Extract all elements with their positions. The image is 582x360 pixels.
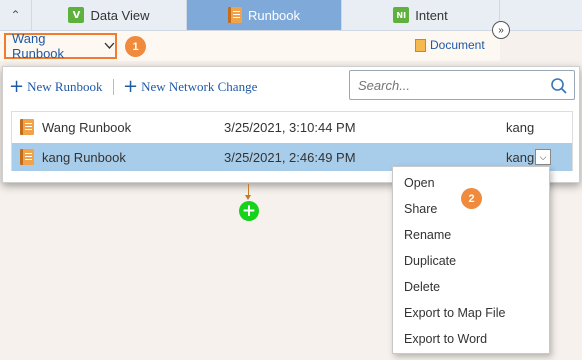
runbook-selector-dropdown[interactable]: Wang Runbook <box>4 31 117 61</box>
runbook-icon <box>227 7 242 23</box>
menu-item-export-word[interactable]: Export to Word <box>404 332 487 346</box>
tab-intent[interactable]: NI Intent <box>342 0 500 30</box>
toolbar-divider <box>113 79 114 95</box>
menu-item-delete[interactable]: Delete <box>404 280 440 294</box>
tab-label: Intent <box>415 7 448 23</box>
runbook-icon <box>20 119 34 135</box>
search-box[interactable] <box>349 70 575 100</box>
search-input[interactable] <box>358 77 538 93</box>
new-network-change-label: New Network Change <box>141 79 258 94</box>
row-menu-dropdown-icon[interactable]: ⌵ <box>535 149 551 165</box>
new-runbook-button[interactable]: + New Runbook <box>9 78 103 96</box>
runbook-selector-label: Wang Runbook <box>12 31 65 61</box>
tab-data-view[interactable]: V Data View <box>32 0 187 30</box>
expand-right-icon[interactable]: » <box>492 21 510 39</box>
new-network-change-button[interactable]: + New Network Change <box>123 78 257 96</box>
runbook-name: Wang Runbook <box>42 119 132 135</box>
data-view-icon: V <box>68 7 85 23</box>
runbook-owner: kang <box>506 149 535 165</box>
menu-item-duplicate[interactable]: Duplicate <box>404 254 456 268</box>
runbook-name: kang Runbook <box>42 149 126 165</box>
tab-label: Runbook <box>247 7 301 23</box>
tab-label: Data View <box>90 7 150 23</box>
menu-item-export-map-file[interactable]: Export to Map File <box>404 306 505 320</box>
search-icon[interactable] <box>550 77 568 95</box>
runbook-icon <box>20 149 34 165</box>
runbook-list: Wang Runbook 3/25/2021, 3:10:44 PM kang … <box>11 111 573 171</box>
new-runbook-label: New Runbook <box>27 79 103 94</box>
runbook-date: 3/25/2021, 3:10:44 PM <box>224 119 356 135</box>
document-link[interactable]: Document <box>415 38 485 52</box>
add-node-icon[interactable]: + <box>239 201 259 221</box>
arrow-down-icon <box>245 195 251 200</box>
document-label: Document <box>430 38 485 52</box>
intent-icon: NI <box>393 7 410 23</box>
plus-icon: + <box>9 76 25 97</box>
step-badge-2: 2 <box>461 188 482 209</box>
collapse-up-icon[interactable]: ⌃ <box>0 0 32 30</box>
chevron-down-icon <box>104 42 115 49</box>
tab-runbook[interactable]: Runbook <box>187 0 342 30</box>
menu-item-open[interactable]: Open <box>404 176 435 190</box>
step-badge-1: 1 <box>125 36 146 57</box>
document-icon <box>415 38 426 52</box>
runbook-owner: kang <box>506 119 535 135</box>
menu-item-rename[interactable]: Rename <box>404 228 451 242</box>
plus-icon: + <box>123 76 139 97</box>
panel-toolbar: + New Runbook + New Network Change <box>3 67 579 107</box>
runbook-date: 3/25/2021, 2:46:49 PM <box>224 149 356 165</box>
list-item[interactable]: Wang Runbook 3/25/2021, 3:10:44 PM kang <box>12 113 572 141</box>
menu-item-share[interactable]: Share <box>404 202 437 216</box>
